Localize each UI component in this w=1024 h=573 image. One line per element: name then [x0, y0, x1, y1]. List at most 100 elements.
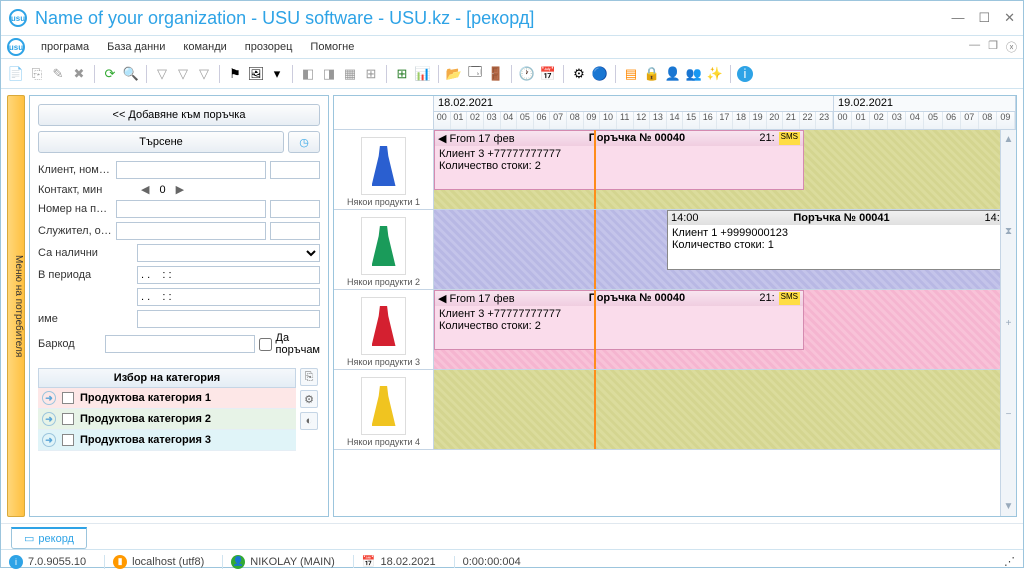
logo-icon: usu [9, 9, 27, 27]
client-input-2[interactable] [270, 161, 320, 179]
tool-dropdown[interactable]: ▾ [268, 65, 286, 83]
timeline-row-2: Някои продукти 2 14:00Поръчка № 0004114:… [334, 210, 1016, 290]
tool-copy[interactable]: ⎘ [28, 65, 46, 83]
category-row-3[interactable]: ➜Продуктова категория 3 [38, 430, 296, 451]
tool-open[interactable]: 📂 [445, 65, 463, 83]
expand-icon[interactable]: ➜ [42, 391, 56, 405]
orderno-input[interactable] [116, 200, 266, 218]
category-checkbox[interactable] [62, 413, 74, 425]
cat-tool-3[interactable]: ◐ [300, 412, 318, 430]
mdi-close-button[interactable]: ⓧ [1006, 39, 1017, 55]
tool-chart[interactable]: 📊 [414, 65, 432, 83]
close-button[interactable]: ✕ [1004, 10, 1015, 26]
toolbar: 📄 ⎘ ✎ ✖ ⟳ 🔍 ▽ ▽ ▽ ⚑ 🖼 ▾ ◧ ◨ ▦ ⊞ ⊞ 📊 📂 🗔 … [1, 59, 1023, 89]
tab-icon: ▭ [24, 532, 34, 545]
client-input[interactable] [116, 161, 266, 179]
zoom-out[interactable]: − [1006, 409, 1012, 420]
scroll-down[interactable]: ▼ [1004, 501, 1014, 512]
scroll-handle[interactable]: ⧗ [1005, 226, 1012, 237]
date-header-1[interactable]: 18.02.2021 [434, 96, 833, 112]
label-employee: Служител, отдел [38, 225, 112, 237]
to-order-checkbox[interactable] [259, 338, 272, 351]
tool-filter3[interactable]: ▽ [195, 65, 213, 83]
tool-image[interactable]: 🖼 [247, 65, 265, 83]
hour-scale-2: 00010203040506070809 [834, 112, 1015, 129]
mdi-restore-button[interactable]: ❐ [988, 39, 998, 55]
expand-icon[interactable]: ➜ [42, 433, 56, 447]
category-checkbox[interactable] [62, 434, 74, 446]
menubar: usu програма База данни команди прозорец… [1, 35, 1023, 59]
product-thumb [372, 306, 396, 346]
tool-user1[interactable]: 👤 [664, 65, 682, 83]
employee-input-2[interactable] [270, 222, 320, 240]
tool-flag[interactable]: ⚑ [226, 65, 244, 83]
event-2[interactable]: 14:00Поръчка № 0004114:00 Клиент 1 +9999… [667, 210, 1016, 270]
event-1[interactable]: ◀ From 17 февПоръчка № 0004021:SMS Клиен… [434, 130, 804, 190]
tool-calendar[interactable]: 📅 [539, 65, 557, 83]
employee-input[interactable] [116, 222, 266, 240]
mdi-minimize-button[interactable]: — [969, 39, 980, 55]
tool-wand[interactable]: ✨ [706, 65, 724, 83]
tool-edit[interactable]: ✎ [49, 65, 67, 83]
period-to[interactable] [137, 288, 320, 306]
menu-help[interactable]: Помогне [302, 38, 362, 56]
product-thumb [372, 146, 396, 186]
category-checkbox[interactable] [62, 392, 74, 404]
label-orderno: Номер на поръч... [38, 203, 112, 215]
tool-filter1[interactable]: ▽ [153, 65, 171, 83]
tool-users[interactable]: 👥 [685, 65, 703, 83]
tool-refresh[interactable]: ⟳ [101, 65, 119, 83]
tool-gear[interactable]: ⚙ [570, 65, 588, 83]
tool-delete[interactable]: ✖ [70, 65, 88, 83]
available-select[interactable] [137, 244, 320, 262]
resize-grip[interactable]: ⋰ [1004, 555, 1015, 568]
category-header: Избор на категория [38, 368, 296, 388]
user-menu-tab[interactable]: Меню на потребителя [7, 95, 25, 517]
add-to-order-button[interactable]: << Добавяне към поръчка [38, 104, 320, 126]
barcode-input[interactable] [105, 335, 255, 353]
tool-a2[interactable]: ◨ [320, 65, 338, 83]
menu-window[interactable]: прозорец [237, 38, 301, 56]
expand-icon[interactable]: ➜ [42, 412, 56, 426]
tool-excel[interactable]: ⊞ [393, 65, 411, 83]
tool-search[interactable]: 🔍 [122, 65, 140, 83]
event-3[interactable]: ◀ From 17 февПоръчка № 0004021:SMS Клиен… [434, 290, 804, 350]
scroll-up[interactable]: ▲ [1004, 134, 1014, 145]
tool-new[interactable]: 📄 [7, 65, 25, 83]
tool-a3[interactable]: ▦ [341, 65, 359, 83]
tool-clock[interactable]: 🕐 [518, 65, 536, 83]
search-icon-button[interactable]: ◷ [288, 131, 320, 153]
minimize-button[interactable]: — [951, 10, 964, 26]
search-button[interactable]: Търсене [38, 131, 284, 153]
sms-tag: SMS [779, 132, 800, 145]
period-from[interactable] [137, 266, 320, 284]
maximize-button[interactable]: ☐ [978, 10, 990, 26]
tool-rss[interactable]: ▤ [622, 65, 640, 83]
date-header-2[interactable]: 19.02.2021 [834, 96, 1015, 112]
sms-tag: SMS [779, 292, 800, 305]
tool-a1[interactable]: ◧ [299, 65, 317, 83]
menu-program[interactable]: програма [33, 38, 97, 56]
zoom-in[interactable]: + [1006, 318, 1012, 329]
tool-color[interactable]: 🔵 [591, 65, 609, 83]
contact-spinner[interactable]: ◀0▶ [137, 183, 320, 196]
cat-tool-1[interactable]: ⎘ [300, 368, 318, 386]
category-row-2[interactable]: ➜Продуктова категория 2 [38, 409, 296, 430]
tool-lock[interactable]: 🔒 [643, 65, 661, 83]
name-input[interactable] [137, 310, 320, 328]
titlebar: usu Name of your organization - USU soft… [1, 1, 1023, 35]
tool-exit[interactable]: 🚪 [487, 65, 505, 83]
tool-window[interactable]: 🗔 [466, 65, 484, 83]
filter-panel: << Добавяне към поръчка Търсене ◷ Клиент… [29, 95, 329, 517]
timeline-row-4: Някои продукти 4 [334, 370, 1016, 450]
tool-filter2[interactable]: ▽ [174, 65, 192, 83]
category-row-1[interactable]: ➜Продуктова категория 1 [38, 388, 296, 409]
tool-a4[interactable]: ⊞ [362, 65, 380, 83]
menu-commands[interactable]: команди [175, 38, 234, 56]
menu-database[interactable]: База данни [99, 38, 173, 56]
tab-record[interactable]: ▭рекорд [11, 527, 87, 549]
orderno-input-2[interactable] [270, 200, 320, 218]
label-client: Клиент, номер на... [38, 164, 112, 176]
cat-tool-2[interactable]: ⚙ [300, 390, 318, 408]
tool-info[interactable]: i [737, 66, 753, 82]
